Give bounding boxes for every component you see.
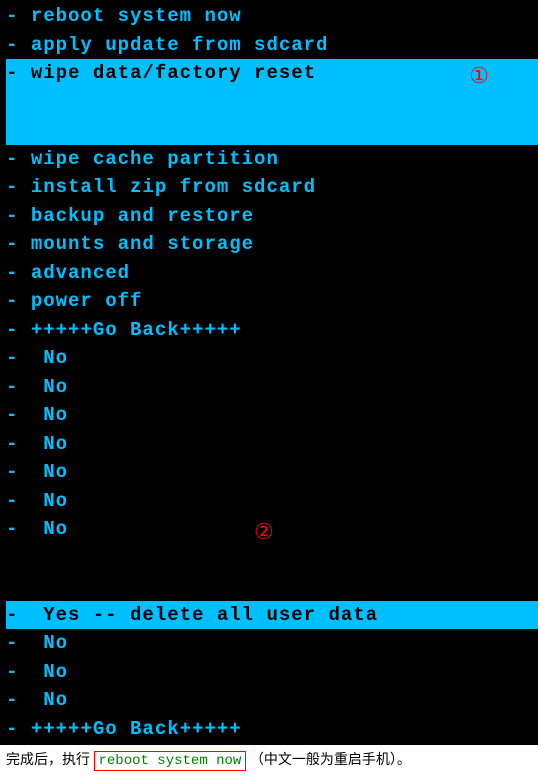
menu-item-install-zip[interactable]: - install zip from sdcard (6, 173, 538, 202)
confirm-item-no[interactable]: - No (6, 487, 538, 516)
menu-item-wipe-cache[interactable]: - wipe cache partition (6, 145, 538, 174)
caption: 完成后，执行 reboot system now （中文一般为重启手机）。 (0, 745, 538, 775)
confirm-item-no[interactable]: - No (6, 686, 538, 715)
confirm-item-no[interactable]: - No (6, 629, 538, 658)
menu-item-advanced[interactable]: - advanced (6, 259, 538, 288)
menu-item-backup-restore[interactable]: - backup and restore (6, 202, 538, 231)
menu-item-power-off[interactable]: - power off (6, 287, 538, 316)
caption-command: reboot system now (94, 751, 247, 771)
confirm-item-no[interactable]: - No ② (6, 515, 538, 601)
caption-post: （中文一般为重启手机）。 (250, 753, 411, 768)
menu-item-wipe-data[interactable]: - wipe data/factory reset ① (6, 59, 538, 145)
confirm-item-no[interactable]: - No (6, 430, 538, 459)
menu-item-apply-update[interactable]: - apply update from sdcard (6, 31, 538, 60)
caption-pre: 完成后，执行 (6, 753, 90, 768)
confirm-item-no[interactable]: - No (6, 401, 538, 430)
menu-item-go-back[interactable]: - +++++Go Back+++++ (6, 316, 538, 345)
menu-item-reboot[interactable]: - reboot system now (6, 2, 538, 31)
annotation-2-icon: ② (254, 515, 275, 548)
confirm-item-yes[interactable]: - Yes -- delete all user data (6, 601, 538, 630)
recovery-menu: - reboot system now - apply update from … (0, 0, 538, 745)
annotation-1-icon: ① (469, 59, 490, 92)
confirm-item-no[interactable]: - No (6, 373, 538, 402)
confirm-item-no[interactable]: - No (6, 658, 538, 687)
confirm-item-no[interactable]: - No (6, 458, 538, 487)
menu-item-mounts-storage[interactable]: - mounts and storage (6, 230, 538, 259)
confirm-item-no[interactable]: - No (6, 344, 538, 373)
confirm-item-go-back[interactable]: - +++++Go Back+++++ (6, 715, 538, 744)
